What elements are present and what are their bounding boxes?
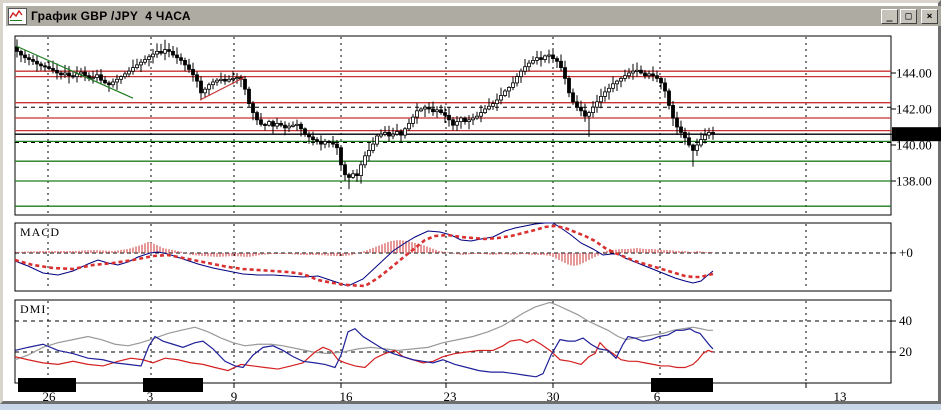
svg-text:16: 16	[340, 389, 354, 404]
dmi-panel-label: DMI	[20, 302, 46, 316]
svg-text:9: 9	[231, 389, 238, 404]
svg-text:142.00: 142.00	[896, 102, 932, 117]
svg-text:138.00: 138.00	[896, 174, 932, 189]
chart-window: График GBP /JPY 4 ЧАСА _ □ × 144.00 142.0…	[0, 0, 941, 404]
svg-text:30: 30	[547, 389, 560, 404]
macd-zero-label: +0	[899, 245, 913, 260]
svg-text:144.00: 144.00	[896, 66, 932, 81]
svg-text:23: 23	[444, 389, 457, 404]
svg-text:Фев 2017: Фев 2017	[656, 377, 708, 392]
svg-text:Дек 2016: Дек 2016	[22, 377, 73, 392]
svg-text:140.60: 140.60	[895, 127, 931, 142]
svg-text:Янв 2017: Янв 2017	[147, 377, 199, 392]
svg-text:13: 13	[834, 389, 847, 404]
chart-canvas[interactable]: 144.00142.00140.00138.00140.6026 3 9 16 23 30…	[3, 3, 941, 407]
generated-chart-layers: 144.00142.00140.00138.00140.6026 3 9 16 23 30…	[14, 35, 941, 404]
macd-panel-label: MACD	[20, 225, 60, 239]
dmi-40-label: 40	[899, 313, 912, 328]
dmi-20-label: 20	[899, 344, 912, 359]
